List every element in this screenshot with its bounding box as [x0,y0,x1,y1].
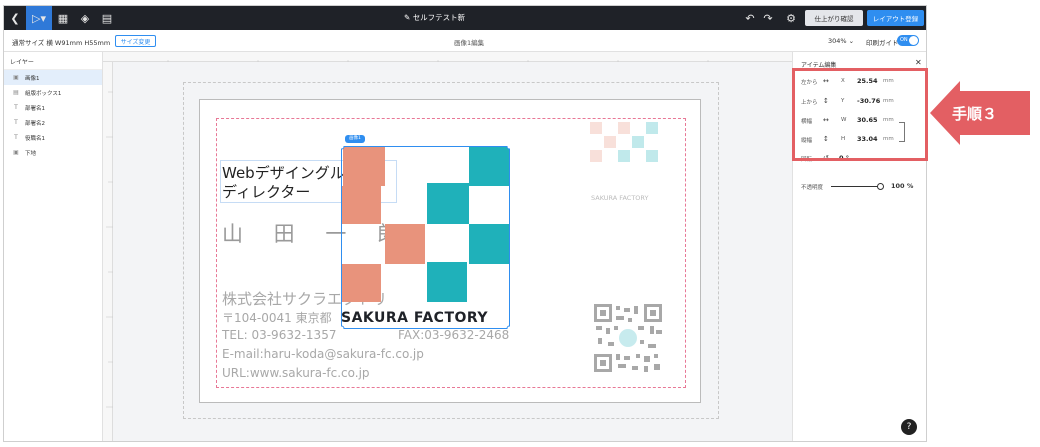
canvas-area[interactable]: SAKURA FACTORY Webデザイングループ ディレクター 山 田 一 … [113,62,792,441]
text-icon: T [14,119,18,126]
layer-item-dept2[interactable]: T 部署名2 [4,115,102,130]
editor-window: ❮ ▷▾ ▦ ◈ ▤ ✎ セルフテスト新 ↶ ↷ ⚙ 仕上がり確認 レイアウト登… [3,5,927,442]
text-icon: T [14,104,18,111]
qr-code [594,304,662,372]
opacity-row: 不透明度 100 % [801,182,914,191]
help-button[interactable]: ? [901,419,917,435]
card-url[interactable]: URL:www.sakura-fc.co.jp [222,366,370,380]
gear-icon[interactable]: ⚙ [780,6,802,30]
layers-panel: レイヤー ▣ 画像1 ▤ 組版ボックス1 T 部署名1 T 部署名2 T 役職名… [4,52,103,441]
layer-item-base[interactable]: ▣ 下地 [4,145,102,160]
business-card: SAKURA FACTORY Webデザイングループ ディレクター 山 田 一 … [199,99,701,403]
faded-logo-text: SAKURA FACTORY [591,194,649,202]
card-fax[interactable]: FAX:03-9632-2468 [398,328,509,342]
close-icon[interactable]: ✕ [915,58,922,67]
textbox-icon: ▤ [13,89,19,96]
image-icon: ▣ [13,74,19,81]
layer-item-dept1[interactable]: T 部署名1 [4,100,102,115]
layout-register-button[interactable]: レイアウト登録 [867,10,924,26]
opacity-value: 100 % [891,182,914,190]
layer-item-title1[interactable]: T 役職名1 [4,130,102,145]
opacity-slider[interactable] [831,183,884,190]
ruler-top [103,52,792,67]
zoom-select[interactable]: 304% ⌄ [828,37,854,45]
layers-title: レイヤー [4,52,102,70]
print-guide-toggle[interactable]: ON [897,35,919,46]
print-guide-label: 印刷ガイド [866,39,899,47]
redo-icon[interactable]: ↷ [757,6,779,30]
selected-logo-image[interactable]: SAKURA FACTORY 画像1 [341,135,510,329]
text-icon: T [14,134,18,141]
document-title: ✎ セルフテスト新 [404,13,466,22]
edit-mode-label: 画像1編集 [454,39,485,47]
ruler-left [103,62,113,441]
preview-button[interactable]: 仕上がり確認 [805,10,863,26]
layers-icon[interactable]: ◈ [74,6,96,30]
pencil-icon: ✎ [404,13,411,22]
card-email[interactable]: E-mail:haru-koda@sakura-fc.co.jp [222,347,424,361]
selection-tag: 画像1 [345,135,365,143]
back-icon[interactable]: ❮ [4,6,26,30]
step-label: 手順３ [952,105,998,123]
align-icon[interactable]: ▤ [96,6,118,30]
layer-item-image1[interactable]: ▣ 画像1 [4,70,102,85]
select-tool-icon[interactable]: ▷▾ [26,6,52,30]
image-icon: ▣ [13,149,19,156]
card-tel[interactable]: TEL: 03-9632-1357 [222,328,336,342]
size-change-button[interactable]: サイズ変更 [115,35,156,47]
highlight-frame [792,68,928,161]
grid-icon[interactable]: ▦ [52,6,74,30]
sub-toolbar: 通常サイズ 横 W91mm H55mm サイズ変更 画像1編集 304% ⌄ 印… [4,30,926,52]
layer-item-textbox1[interactable]: ▤ 組版ボックス1 [4,85,102,100]
logo-text: SAKURA FACTORY [341,310,489,326]
card-address[interactable]: 〒104-0041 東京都 [222,309,332,326]
top-toolbar: ❮ ▷▾ ▦ ◈ ▤ ✎ セルフテスト新 ↶ ↷ ⚙ 仕上がり確認 レイアウト登… [4,6,926,30]
size-label: 通常サイズ 横 W91mm H55mm [12,39,111,47]
